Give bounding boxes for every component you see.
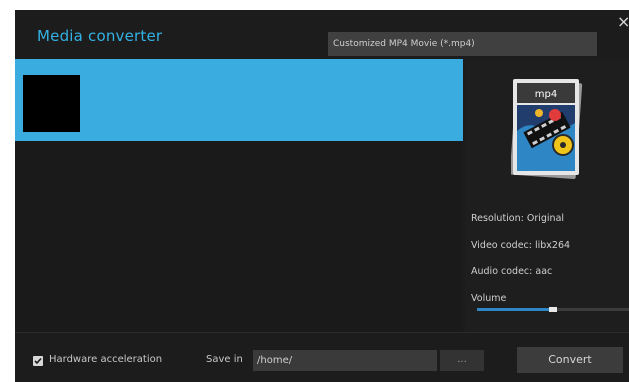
hardware-acceleration-checkbox[interactable] bbox=[33, 356, 43, 366]
video-codec-text: Video codec: libx264 bbox=[471, 240, 571, 251]
window-title: Media converter bbox=[37, 27, 163, 45]
browse-button[interactable]: ... bbox=[440, 350, 484, 371]
volume-slider[interactable] bbox=[477, 307, 629, 312]
format-label: mp4 bbox=[535, 89, 557, 100]
format-select[interactable]: Customized MP4 Movie (*.mp4) bbox=[328, 32, 597, 56]
volume-slider-handle[interactable] bbox=[549, 307, 557, 312]
convert-button[interactable]: Convert bbox=[517, 347, 623, 373]
mp4-format-icon: mp4 bbox=[511, 78, 583, 179]
volume-label: Volume bbox=[471, 293, 507, 304]
checkmark-icon bbox=[34, 357, 42, 365]
resolution-text: Resolution: Original bbox=[471, 213, 565, 224]
format-info-panel: mp4 Resolution: Original Video codec: li… bbox=[465, 59, 629, 332]
bottom-bar: Hardware acceleration Save in ... Conver… bbox=[15, 332, 629, 382]
hardware-acceleration-label[interactable]: Hardware acceleration bbox=[49, 354, 162, 365]
file-list-item[interactable] bbox=[15, 59, 463, 141]
media-converter-window: Media converter × Customized MP4 Movie (… bbox=[15, 10, 629, 382]
save-path-input[interactable] bbox=[253, 350, 437, 371]
save-in-label: Save in bbox=[206, 354, 243, 365]
file-list bbox=[15, 59, 463, 332]
video-thumbnail bbox=[23, 75, 80, 132]
volume-slider-fill bbox=[477, 308, 553, 311]
close-icon[interactable]: × bbox=[617, 14, 629, 30]
audio-codec-text: Audio codec: aac bbox=[471, 266, 553, 277]
